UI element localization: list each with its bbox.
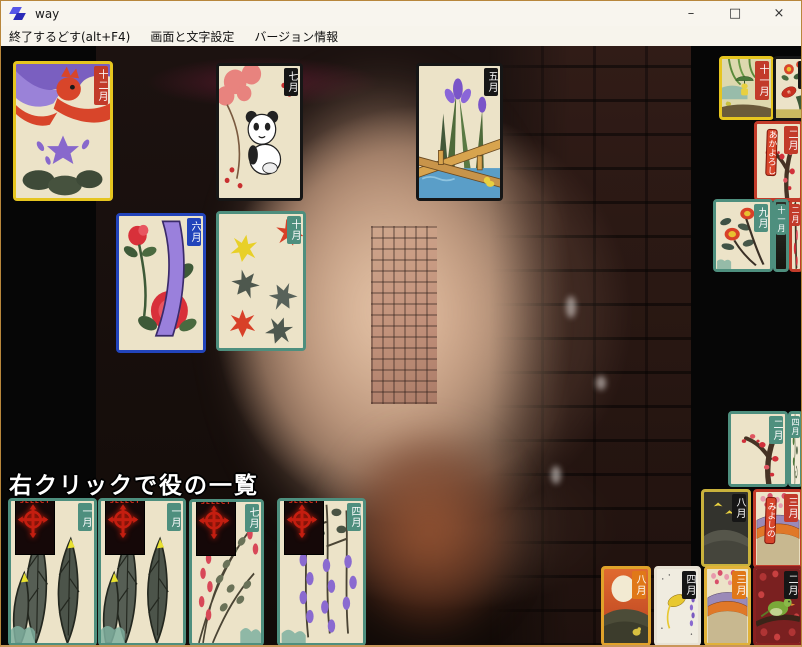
card-field-december[interactable]: 十二月	[13, 61, 113, 201]
card-month-tab: 一月	[167, 503, 182, 531]
card-month-tab: 十一月	[776, 204, 786, 235]
menu-item-exit[interactable]: 終了するどす(alt+F4)	[9, 28, 130, 45]
card-month-tab: 四月	[790, 416, 800, 438]
card-hand-january2[interactable]: 一月 SELECT	[98, 498, 186, 646]
card-month-tab: 二月	[784, 126, 799, 154]
card-month-tab: 六月	[187, 218, 202, 246]
card-month-tab: 二月	[790, 204, 800, 226]
card-month-tab: 九月	[754, 204, 769, 232]
menu-item-display-settings[interactable]: 画面と文字設定	[150, 28, 234, 45]
window-title: way	[35, 7, 59, 21]
card-opp-february2[interactable]: 二月	[753, 566, 801, 646]
app-window: way – □ × 終了するどす(alt+F4) 画面と文字設定 バージョン情報…	[0, 0, 802, 647]
card-opp-april2[interactable]: 四月	[788, 411, 801, 487]
card-month-tab: 九月	[798, 61, 802, 89]
card-month-tab: 三月	[784, 494, 799, 522]
card-opp-february[interactable]: 二月	[728, 411, 788, 487]
card-month-tab: 五月	[484, 68, 499, 96]
card-opp-march2[interactable]: 三月みよしの	[753, 489, 801, 568]
select-badge: SELECT	[196, 500, 236, 556]
card-field-may[interactable]: 五月	[416, 63, 503, 201]
card-month-tab: 四月	[682, 571, 697, 599]
card-opp-february4[interactable]: 二月	[789, 199, 801, 272]
card-month-tab: 七月	[284, 68, 299, 96]
card-opp-february3[interactable]: 二月あかよろし	[754, 121, 801, 201]
maximize-button[interactable]: □	[713, 1, 757, 26]
card-month-tab: 十二月	[94, 66, 109, 105]
card-month-tab: 八月	[632, 571, 647, 599]
card-hand-july[interactable]: 七月 SELECT	[189, 499, 264, 646]
close-button[interactable]: ×	[757, 1, 801, 26]
card-field-june[interactable]: 六月	[116, 213, 206, 353]
card-opp-april[interactable]: 四月	[654, 566, 701, 646]
card-month-tab: 四月	[347, 503, 362, 531]
card-field-july[interactable]: 七月	[216, 63, 303, 201]
title-bar[interactable]: way – □ ×	[1, 1, 801, 26]
card-opp-november[interactable]: 十一月	[719, 56, 774, 120]
select-badge: SELECT	[105, 499, 145, 555]
card-hand-april[interactable]: 四月 SELECT	[277, 498, 366, 646]
card-month-tab: 七月	[245, 504, 260, 532]
select-badge: SELECT	[15, 499, 55, 555]
card-month-tab: 二月	[784, 571, 799, 599]
hint-text: 右クリックで役の一覧	[9, 466, 259, 500]
card-opp-september2[interactable]: 寿九月	[773, 56, 801, 121]
card-opp-august2[interactable]: 八月	[701, 489, 751, 567]
game-area: 右クリックで役の一覧 十二月七月五月六月十月十一月寿九月二月あかよろし九月十一月…	[1, 46, 801, 646]
card-month-tab: 三月	[732, 571, 747, 599]
mosaic-censor-overlay	[371, 226, 437, 404]
card-opp-march[interactable]: 三月	[704, 566, 751, 646]
poetry-ribbon: あかよろし	[765, 129, 778, 177]
card-hand-january1[interactable]: 一月 SELECT	[8, 498, 97, 646]
minimize-button[interactable]: –	[669, 1, 713, 26]
menu-item-version-info[interactable]: バージョン情報	[254, 28, 338, 45]
card-month-tab: 十月	[287, 216, 302, 244]
card-month-tab: 十一月	[755, 61, 770, 100]
card-opp-september[interactable]: 九月	[713, 199, 773, 272]
menu-bar: 終了するどす(alt+F4) 画面と文字設定 バージョン情報	[1, 26, 801, 46]
card-opp-august[interactable]: 八月	[601, 566, 651, 646]
card-month-tab: 二月	[769, 416, 784, 444]
app-icon	[9, 6, 29, 22]
card-month-tab: 一月	[78, 503, 93, 531]
card-opp-november2[interactable]: 十一月	[773, 199, 789, 272]
card-month-tab: 八月	[732, 494, 747, 522]
card-field-october[interactable]: 十月	[216, 211, 306, 351]
poetry-ribbon: みよしの	[764, 497, 777, 544]
select-badge: SELECT	[284, 499, 324, 555]
